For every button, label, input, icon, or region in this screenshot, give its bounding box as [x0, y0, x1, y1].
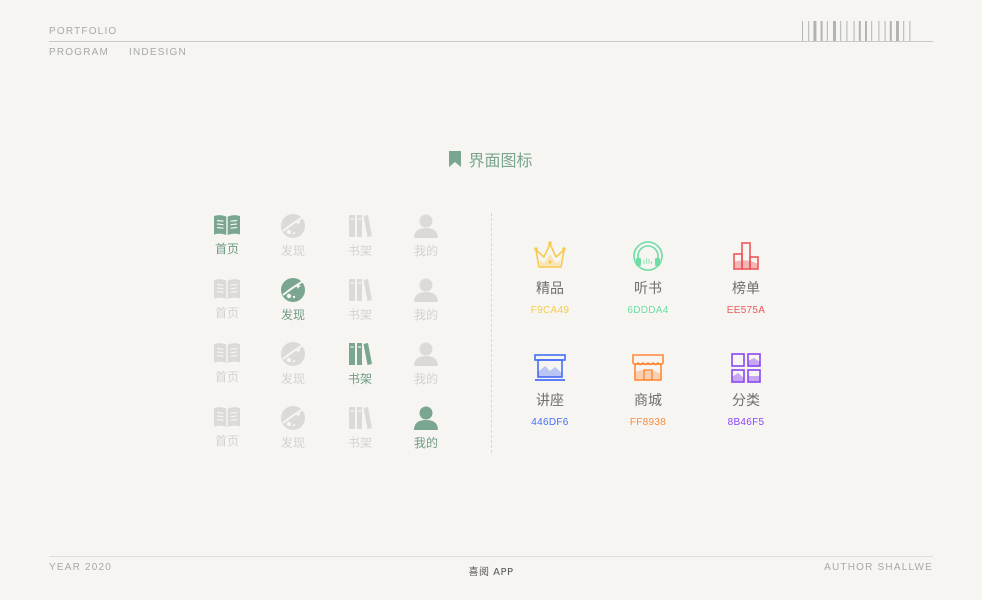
feature-label: 讲座 — [536, 393, 564, 409]
tab-item-user[interactable]: 我的 — [396, 277, 456, 323]
tab-label: 我的 — [413, 372, 438, 386]
feature-color-code: FF8938 — [629, 417, 667, 428]
dashed-divider — [491, 213, 492, 453]
tab-label: 我的 — [413, 244, 438, 258]
tab-item-book[interactable]: 首页 — [197, 405, 257, 449]
tab-item-book[interactable]: 首页 — [197, 341, 257, 385]
crown-icon — [510, 240, 590, 272]
book-icon — [197, 213, 257, 237]
bookmark-icon — [449, 151, 462, 167]
tab-label: 首页 — [214, 370, 239, 384]
tab-item-bookshelf[interactable]: 书架 — [330, 277, 390, 323]
section-title: 界面图标 — [0, 147, 982, 171]
section-title-text: 界面图标 — [468, 151, 533, 170]
tab-label: 首页 — [214, 242, 239, 256]
tab-item-planet[interactable]: 发现 — [263, 213, 323, 259]
feature-color-code: 8B46F5 — [727, 417, 765, 428]
tab-label: 发现 — [280, 372, 305, 386]
author-label: AUTHOR SHALLWE — [824, 562, 933, 573]
feature-ranking[interactable]: 榜单 EE575A — [706, 240, 786, 316]
user-icon — [396, 277, 456, 303]
feature-label: 商城 — [634, 393, 662, 409]
planet-icon — [263, 405, 323, 431]
feature-color-code: F9CA49 — [530, 305, 570, 316]
feature-label: 榜单 — [732, 281, 760, 297]
headphones-icon — [608, 240, 688, 272]
tab-item-bookshelf[interactable]: 书架 — [330, 405, 390, 451]
program-label: PROGRAM — [49, 47, 110, 58]
user-icon — [396, 213, 456, 239]
user-icon — [396, 405, 456, 431]
feature-category[interactable]: 分类 8B46F5 — [706, 352, 786, 428]
tab-item-bookshelf[interactable]: 书架 — [330, 213, 390, 259]
tab-label: 发现 — [280, 308, 305, 322]
planet-icon — [263, 213, 323, 239]
feature-label: 分类 — [732, 393, 760, 409]
tab-label: 我的 — [413, 308, 438, 322]
lecture-icon — [510, 352, 590, 384]
bookshelf-icon — [330, 341, 390, 367]
book-icon — [197, 405, 257, 429]
bookshelf-icon — [330, 405, 390, 431]
bookshelf-icon — [330, 277, 390, 303]
feature-color-code: EE575A — [726, 305, 766, 316]
header-rule — [49, 41, 933, 42]
tab-label: 书架 — [347, 372, 372, 386]
tab-item-user[interactable]: 我的 — [396, 341, 456, 387]
feature-crown[interactable]: 精品 F9CA49 — [510, 240, 590, 316]
bookshelf-icon — [330, 213, 390, 239]
footer-rule — [49, 556, 933, 557]
tab-item-planet-active[interactable]: 发现 — [263, 277, 323, 323]
tab-label: 书架 — [347, 436, 372, 450]
book-icon — [197, 341, 257, 365]
feature-shop[interactable]: 商城 FF8938 — [608, 352, 688, 428]
portfolio-label: PORTFOLIO — [49, 26, 118, 37]
user-icon — [396, 341, 456, 367]
feature-lecture[interactable]: 讲座 446DF6 — [510, 352, 590, 428]
feature-headphones[interactable]: 听书 6DDDA4 — [608, 240, 688, 316]
tab-label: 发现 — [280, 436, 305, 450]
tab-label: 我的 — [413, 436, 438, 450]
tab-label: 首页 — [214, 306, 239, 320]
feature-label: 听书 — [634, 281, 662, 297]
tab-item-user[interactable]: 我的 — [396, 213, 456, 259]
tab-item-book-active[interactable]: 首页 — [197, 213, 257, 257]
tab-item-user-active[interactable]: 我的 — [396, 405, 456, 451]
planet-icon — [263, 277, 323, 303]
planet-icon — [263, 341, 323, 367]
book-icon — [197, 277, 257, 301]
tab-item-bookshelf-active[interactable]: 书架 — [330, 341, 390, 387]
feature-color-code: 6DDDA4 — [627, 305, 669, 316]
tab-item-planet[interactable]: 发现 — [263, 405, 323, 451]
indesign-label: INDESIGN — [129, 47, 187, 58]
ranking-icon — [706, 240, 786, 272]
feature-color-code: 446DF6 — [531, 417, 569, 428]
tab-item-book[interactable]: 首页 — [197, 277, 257, 321]
category-icon — [706, 352, 786, 384]
shop-icon — [608, 352, 688, 384]
barcode-icon — [802, 21, 911, 41]
tab-label: 首页 — [214, 434, 239, 448]
tab-label: 书架 — [347, 308, 372, 322]
feature-label: 精品 — [536, 281, 564, 297]
tab-label: 书架 — [347, 244, 372, 258]
tab-label: 发现 — [280, 244, 305, 258]
tab-item-planet[interactable]: 发现 — [263, 341, 323, 387]
